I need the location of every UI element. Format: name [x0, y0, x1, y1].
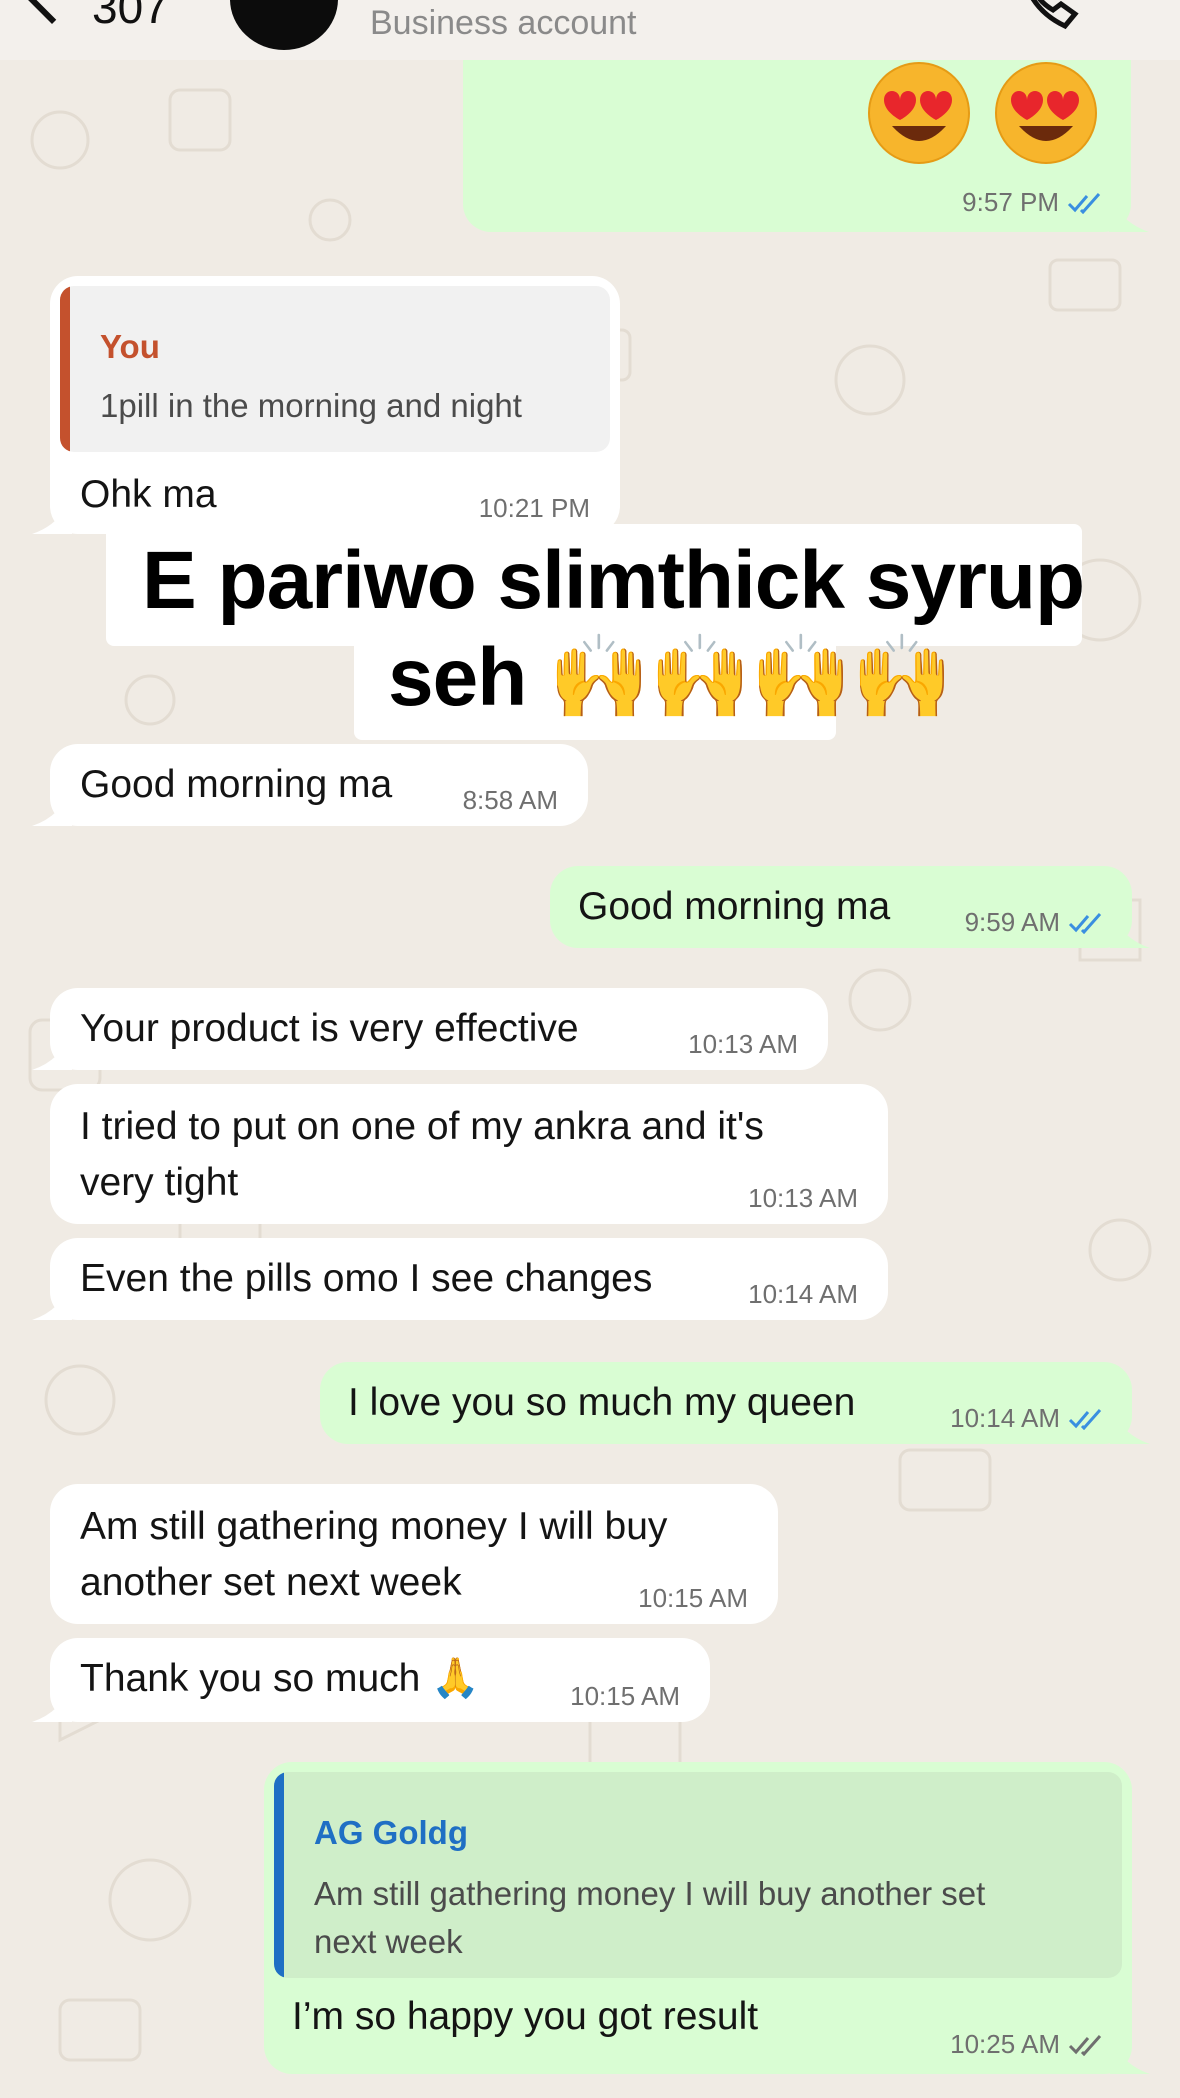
quote-text-line: next week — [314, 1923, 463, 1960]
avatar[interactable] — [230, 0, 338, 50]
message-bubble-outgoing[interactable]: 9:57 PM — [463, 40, 1149, 232]
message-time: 10:14 AM — [950, 1403, 1060, 1433]
message-time: 9:59 AM — [964, 907, 1060, 937]
message-text: I’m so happy you got result — [292, 1995, 759, 2038]
message-time: 9:57 PM — [962, 187, 1059, 217]
message-bubble-incoming[interactable]: Thank you so much 🙏 10:15 AM — [32, 1638, 710, 1722]
double-check-icon — [1068, 1408, 1102, 1430]
message-text-line: I tried to put on one of my ankra and it… — [80, 1105, 764, 1148]
double-check-icon — [1068, 912, 1102, 934]
caption-line-1: E pariwo slimthick syrup — [142, 535, 1085, 626]
bubble-tail — [1110, 1404, 1150, 1444]
back-chevron-icon[interactable] — [18, 0, 86, 24]
phone-icon[interactable] — [1015, 0, 1105, 32]
chat-header: 307 Business account — [0, 0, 1180, 60]
quote-author: You — [100, 328, 160, 365]
message-bubble-incoming[interactable]: Even the pills omo I see changes 10:14 A… — [32, 1238, 888, 1320]
quote-text-line: Am still gathering money I will buy anot… — [314, 1875, 986, 1912]
message-bubble-outgoing[interactable]: Good morning ma 9:59 AM — [550, 866, 1150, 948]
message-bubble-outgoing[interactable]: AG Goldg Am still gathering money I will… — [264, 1762, 1150, 2074]
bubble-tail — [1109, 192, 1149, 232]
message-text: I love you so much my queen — [348, 1381, 856, 1424]
quoted-message[interactable]: You 1pill in the morning and night — [60, 286, 610, 452]
message-time: 10:15 AM — [570, 1681, 680, 1711]
bubble-tail — [32, 1280, 72, 1320]
message-time: 10:21 PM — [478, 493, 590, 523]
bubble-tail — [32, 494, 72, 534]
quote-text: 1pill in the morning and night — [100, 387, 522, 424]
smiling-face-with-heart-eyes-emoji — [995, 62, 1097, 164]
message-time: 8:58 AM — [462, 785, 558, 815]
contact-subtitle[interactable]: Business account — [370, 4, 637, 43]
message-text: Good morning ma — [578, 885, 891, 928]
bubble-tail — [32, 1030, 72, 1070]
bubble-tail — [1110, 2034, 1150, 2074]
quoted-message[interactable]: AG Goldg Am still gathering money I will… — [274, 1772, 1122, 1978]
message-bubble-incoming[interactable]: Good morning ma 8:58 AM — [32, 744, 588, 826]
message-text-line: Am still gathering money I will buy — [80, 1505, 668, 1548]
message-time: 10:25 AM — [950, 2029, 1060, 2059]
message-time: 10:15 AM — [638, 1583, 748, 1613]
caption-line-2: seh 🙌🙌🙌🙌 — [388, 632, 953, 723]
quote-author: AG Goldg — [314, 1814, 468, 1851]
message-time: 10:13 AM — [688, 1029, 798, 1059]
message-text: Good morning ma — [80, 763, 393, 806]
message-bubble-outgoing[interactable]: I love you so much my queen 10:14 AM — [320, 1362, 1150, 1444]
message-text: Your product is very effective — [80, 1007, 579, 1050]
message-text-line: very tight — [80, 1161, 239, 1204]
message-text-line: another set next week — [80, 1561, 462, 1604]
double-check-icon — [1068, 2034, 1102, 2056]
bubble-tail — [32, 786, 72, 826]
bubble-tail — [1110, 908, 1150, 948]
smiling-face-with-heart-eyes-emoji — [868, 62, 970, 164]
message-text: Thank you so much 🙏 — [80, 1657, 480, 1700]
message-text: Even the pills omo I see changes — [80, 1257, 653, 1300]
double-check-icon — [1067, 192, 1101, 214]
message-bubble-incoming[interactable]: Am still gathering money I will buy anot… — [50, 1484, 778, 1624]
message-bubble-incoming[interactable]: You 1pill in the morning and night Ohk m… — [32, 276, 620, 534]
message-text: Ohk ma — [80, 473, 217, 516]
message-bubble-incoming[interactable]: Your product is very effective 10:13 AM — [32, 988, 828, 1070]
message-time: 10:13 AM — [748, 1183, 858, 1213]
unread-count[interactable]: 307 — [92, 0, 169, 34]
message-bubble-incoming[interactable]: I tried to put on one of my ankra and it… — [50, 1084, 888, 1224]
bubble-tail — [32, 1682, 72, 1722]
message-time: 10:14 AM — [748, 1279, 858, 1309]
